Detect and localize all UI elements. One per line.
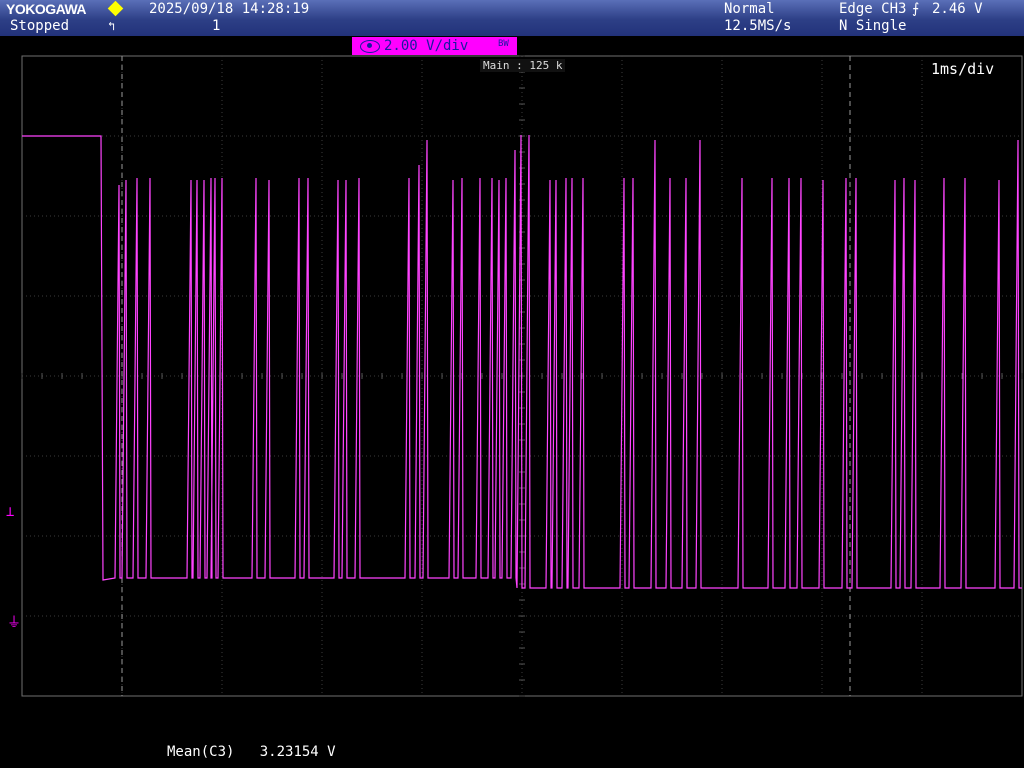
main-record-length: Main : 125 k bbox=[480, 59, 566, 72]
ground-marker-icon: ⏚ bbox=[7, 615, 21, 631]
measurement-readout: Mean(C3) 3.23154 V bbox=[167, 744, 336, 760]
measurement-value: 3.23154 V bbox=[259, 744, 336, 760]
measurement-label: Mean(C3) bbox=[167, 744, 235, 760]
ch3-waveform bbox=[22, 134, 1022, 589]
waveform-display bbox=[21, 55, 1023, 697]
time-per-div: 1ms/div bbox=[931, 60, 995, 78]
trigger-level-marker-icon: ⊥ bbox=[6, 504, 15, 520]
